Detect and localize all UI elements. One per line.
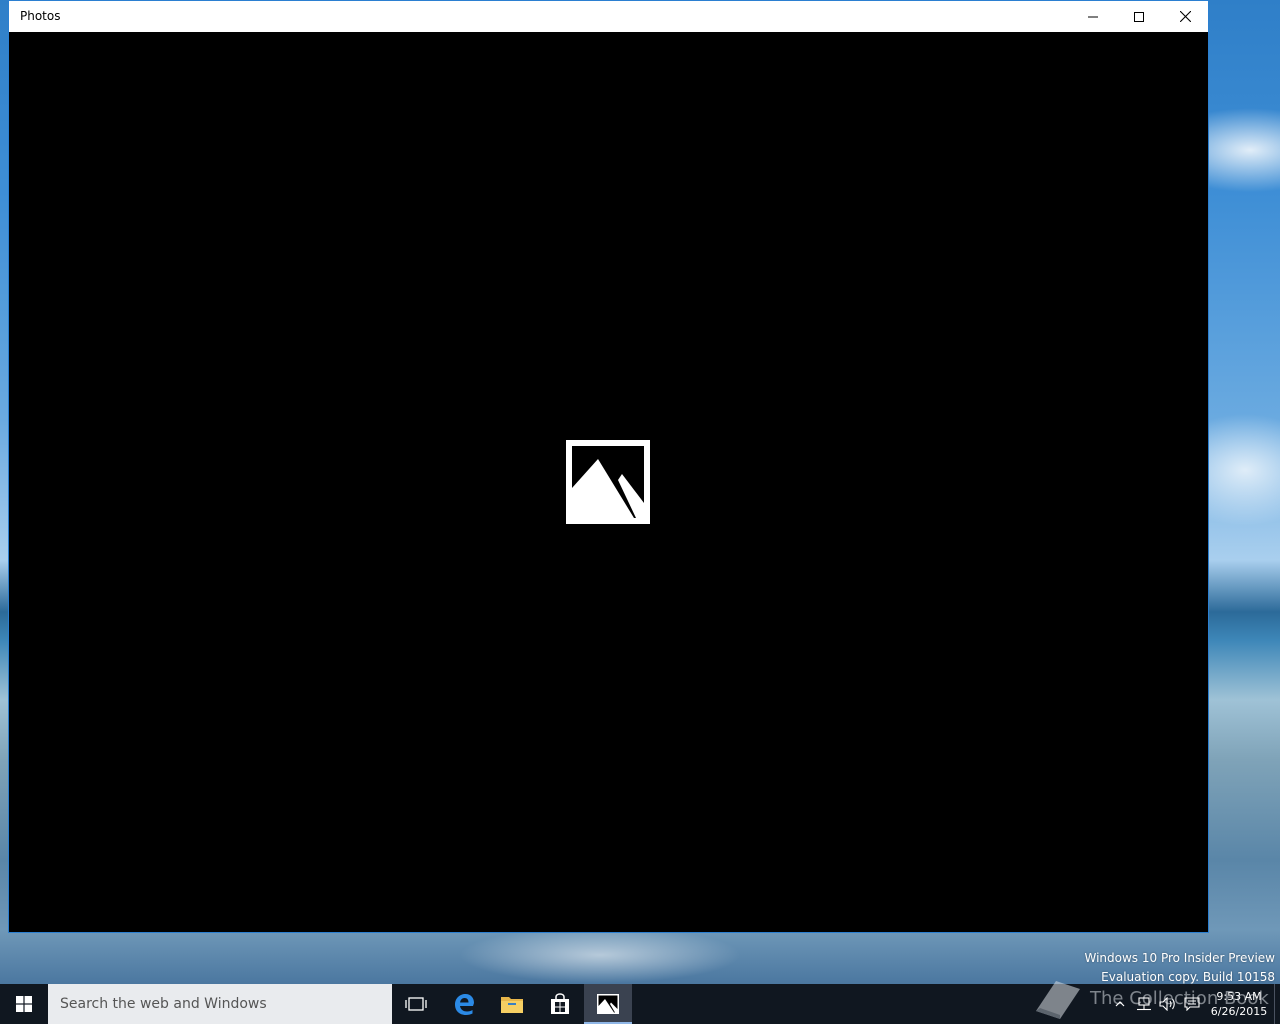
volume-icon	[1159, 997, 1175, 1011]
file-explorer-button[interactable]	[488, 984, 536, 1024]
minimize-button[interactable]	[1070, 1, 1116, 32]
windows-logo-icon	[16, 996, 32, 1012]
photo-viewer-area[interactable]	[9, 32, 1208, 932]
network-icon	[1137, 997, 1151, 1011]
search-box[interactable]: Search the web and Windows	[48, 984, 392, 1024]
notification-icon	[1184, 997, 1200, 1011]
store-button[interactable]	[536, 984, 584, 1024]
volume-button[interactable]	[1156, 984, 1180, 1024]
task-view-icon	[405, 997, 427, 1011]
maximize-button[interactable]	[1116, 1, 1162, 32]
chevron-up-icon	[1115, 1001, 1125, 1007]
window-title: Photos	[20, 9, 61, 23]
maximize-icon	[1134, 11, 1144, 22]
clock-date: 6/26/2015	[1210, 1005, 1268, 1018]
start-button[interactable]	[0, 984, 48, 1024]
close-button[interactable]	[1162, 1, 1208, 32]
watermark-edition: Windows 10 Pro Insider Preview	[1084, 951, 1275, 965]
edge-icon	[455, 994, 474, 1015]
system-tray: 9:53 AM 6/26/2015	[1108, 984, 1280, 1024]
network-button[interactable]	[1132, 984, 1156, 1024]
search-placeholder: Search the web and Windows	[60, 996, 267, 1012]
taskbar-clock[interactable]: 9:53 AM 6/26/2015	[1204, 989, 1274, 1019]
photos-window: Photos	[8, 0, 1209, 933]
show-hidden-icons-button[interactable]	[1108, 984, 1132, 1024]
photos-icon	[597, 994, 619, 1014]
photos-taskbar-button[interactable]	[584, 984, 632, 1024]
title-bar[interactable]: Photos	[9, 1, 1208, 32]
window-controls	[1070, 1, 1208, 32]
close-icon	[1179, 11, 1191, 22]
task-view-button[interactable]	[392, 984, 440, 1024]
taskbar: Search the web and Windows The Collectio…	[0, 981, 1280, 1024]
show-desktop-button[interactable]	[1274, 984, 1280, 1024]
clock-time: 9:53 AM	[1216, 990, 1262, 1003]
windows-watermark: Windows 10 Pro Insider Preview Evaluatio…	[1084, 949, 1275, 987]
action-center-button[interactable]	[1180, 984, 1204, 1024]
edge-button[interactable]	[440, 984, 488, 1024]
image-placeholder-icon	[566, 440, 650, 524]
store-icon	[551, 993, 569, 1014]
minimize-icon	[1088, 16, 1098, 17]
file-explorer-icon	[501, 997, 523, 1013]
